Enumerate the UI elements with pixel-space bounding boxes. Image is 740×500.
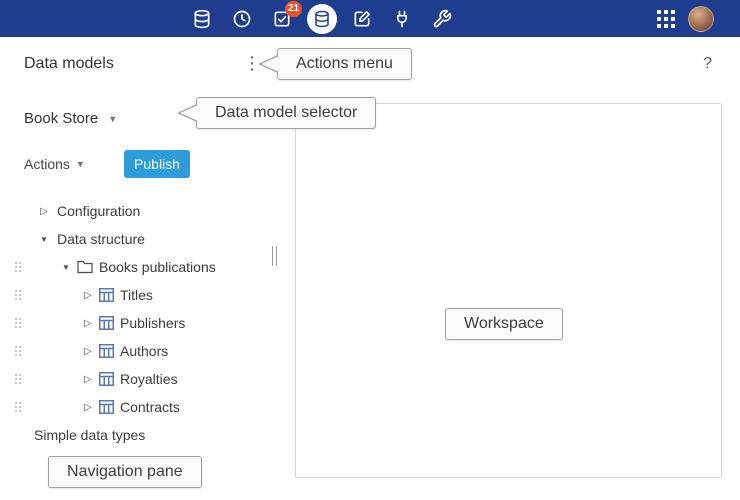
- tree-item-data-structure[interactable]: ▼Data structure: [0, 225, 284, 253]
- table-icon: [99, 372, 114, 386]
- active-icon-highlight: [307, 4, 337, 34]
- chevron-down-icon[interactable]: ▼: [40, 235, 55, 244]
- tree-item-titles[interactable]: ▷ Titles: [0, 281, 284, 309]
- workspace-canvas[interactable]: [295, 103, 722, 478]
- publish-button[interactable]: Publish: [124, 150, 190, 178]
- callout-workspace: Workspace: [445, 308, 563, 340]
- data-model-selector-value: Book Store: [24, 110, 98, 127]
- chevron-right-icon[interactable]: ▷: [84, 374, 99, 385]
- drag-grip-icon[interactable]: [15, 290, 17, 292]
- page-title: Data models: [24, 55, 114, 73]
- tree-item-publishers[interactable]: ▷ Publishers: [0, 309, 284, 337]
- top-navigation-bar: 21: [0, 0, 740, 37]
- folder-icon: [77, 260, 93, 274]
- callout-navigation-pane-label: Navigation pane: [67, 463, 183, 481]
- data-model-selector[interactable]: Book Store ▼: [24, 110, 117, 127]
- drag-grip-icon[interactable]: [15, 374, 17, 376]
- drag-grip-icon[interactable]: [15, 262, 17, 264]
- tree-item-contracts[interactable]: ▷ Contracts: [0, 393, 284, 421]
- table-icon: [99, 316, 114, 330]
- topbar-icon-group: 21: [182, 0, 462, 37]
- tree-item-label: Titles: [120, 287, 153, 303]
- tree-item-label: Data structure: [57, 231, 145, 247]
- tree-item-label: Authors: [120, 343, 168, 359]
- callout-actions-menu: Actions menu: [277, 48, 412, 80]
- drag-grip-icon[interactable]: [15, 346, 17, 348]
- chevron-right-icon[interactable]: ▷: [40, 206, 55, 217]
- nav-tree: ▷Configuration▼Data structure▼Books publ…: [0, 197, 284, 449]
- callout-workspace-label: Workspace: [464, 315, 544, 333]
- callout-actions-menu-label: Actions menu: [296, 55, 393, 73]
- topbar-right-group: [657, 0, 714, 37]
- drag-grip-icon[interactable]: [15, 318, 17, 320]
- notification-badge: 21: [285, 1, 302, 17]
- forms-edit-icon[interactable]: [342, 0, 382, 37]
- tree-item-label: Books publications: [99, 259, 216, 275]
- tree-item-books-publications[interactable]: ▼ Books publications: [0, 253, 284, 281]
- avatar[interactable]: [688, 6, 714, 32]
- actions-dropdown-label: Actions: [24, 156, 70, 172]
- table-icon: [99, 400, 114, 414]
- table-icon: [99, 344, 114, 358]
- history-clock-icon[interactable]: [222, 0, 262, 37]
- tree-item-label: Simple data types: [34, 427, 145, 443]
- chevron-down-icon[interactable]: ▼: [62, 263, 77, 272]
- apps-grid-icon[interactable]: [657, 10, 675, 28]
- callout-data-model-selector-label: Data model selector: [215, 104, 357, 122]
- pane-resize-handle[interactable]: [272, 246, 277, 266]
- callout-navigation-pane: Navigation pane: [48, 456, 202, 488]
- chevron-right-icon[interactable]: ▷: [84, 402, 99, 413]
- chevron-right-icon[interactable]: ▷: [84, 318, 99, 329]
- chevron-right-icon[interactable]: ▷: [84, 290, 99, 301]
- tree-item-configuration[interactable]: ▷Configuration: [0, 197, 284, 225]
- drag-grip-icon[interactable]: [15, 402, 17, 404]
- tree-item-label: Royalties: [120, 371, 178, 387]
- kebab-menu-icon[interactable]: ⋮: [243, 52, 257, 74]
- tree-item-authors[interactable]: ▷ Authors: [0, 337, 284, 365]
- tree-item-royalties[interactable]: ▷ Royalties: [0, 365, 284, 393]
- chevron-right-icon[interactable]: ▷: [84, 346, 99, 357]
- tree-item-simple-data-types[interactable]: Simple data types: [0, 421, 284, 449]
- data-model-icon[interactable]: [302, 0, 342, 37]
- callout-data-model-selector: Data model selector: [196, 97, 376, 129]
- database-icon[interactable]: [182, 0, 222, 37]
- actions-dropdown[interactable]: Actions ▼: [24, 156, 85, 172]
- integrations-plug-icon[interactable]: [382, 0, 422, 37]
- chevron-down-icon: ▼: [108, 114, 117, 124]
- tree-item-label: Publishers: [120, 315, 185, 331]
- chevron-down-icon: ▼: [76, 159, 85, 169]
- tree-item-label: Contracts: [120, 399, 180, 415]
- tasks-check-icon[interactable]: 21: [262, 0, 302, 37]
- help-icon[interactable]: ?: [703, 55, 712, 73]
- tree-item-label: Configuration: [57, 203, 140, 219]
- table-icon: [99, 288, 114, 302]
- tools-wrench-icon[interactable]: [422, 0, 462, 37]
